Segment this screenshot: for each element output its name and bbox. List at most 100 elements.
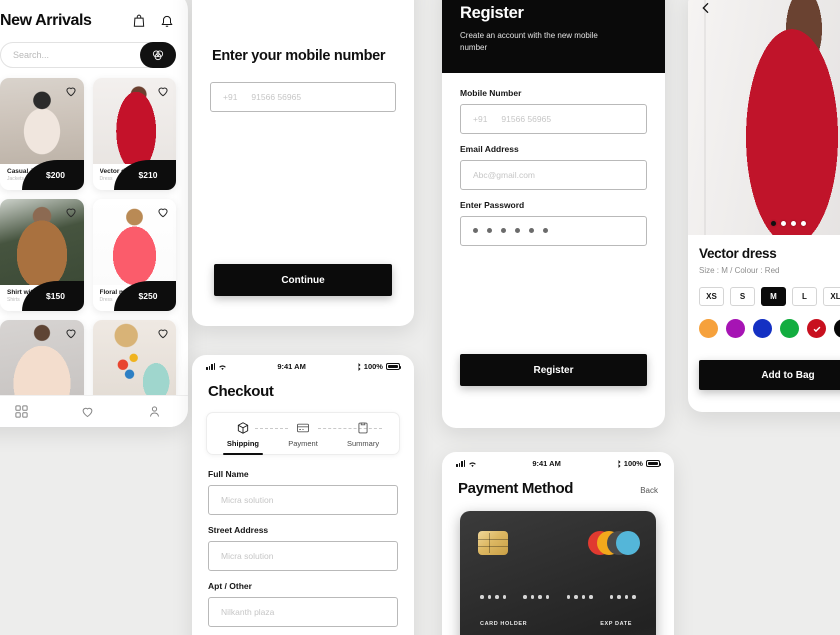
step-payment[interactable]: Payment xyxy=(273,421,333,448)
color-swatch-orange[interactable] xyxy=(699,319,718,338)
color-swatch-blue[interactable] xyxy=(753,319,772,338)
status-bar: 9:41 AM 100% xyxy=(192,355,414,373)
filter-icon[interactable] xyxy=(140,42,176,68)
back-button[interactable]: Back xyxy=(640,486,658,495)
add-to-bag-button[interactable]: Add to Bag xyxy=(699,360,840,390)
step-label: Summary xyxy=(346,439,380,448)
country-code: +91 xyxy=(473,113,488,124)
heart-icon[interactable] xyxy=(64,326,78,340)
product-meta: Size : M / Colour : Red xyxy=(699,266,780,275)
clipboard-icon xyxy=(356,421,370,435)
heart-icon[interactable] xyxy=(64,84,78,98)
shopping-bag-icon[interactable] xyxy=(132,13,146,29)
step-shipping[interactable]: Shipping xyxy=(213,421,273,455)
product-card[interactable]: Vector dress Dress $210 xyxy=(92,78,176,190)
credit-card[interactable]: CARD HOLDER EXP DATE / xyxy=(460,511,656,635)
step-label: Shipping xyxy=(226,439,259,448)
product-detail-screen: Vector dress Size : M / Colour : Red XS … xyxy=(688,0,840,412)
card-icon xyxy=(296,421,310,435)
bluetooth-icon xyxy=(618,459,621,468)
signal-icon xyxy=(456,460,466,467)
heart-icon[interactable] xyxy=(156,84,170,98)
size-option-xl[interactable]: XL xyxy=(823,287,840,306)
step-summary[interactable]: Summary xyxy=(333,421,393,448)
status-time: 9:41 AM xyxy=(532,459,561,468)
heart-icon[interactable] xyxy=(64,205,78,219)
bluetooth-icon xyxy=(358,362,361,371)
mobile-placeholder: 91566 56965 xyxy=(251,92,302,102)
size-option-l[interactable]: L xyxy=(792,287,817,306)
mobile-label: Mobile Number xyxy=(460,87,522,98)
box-icon xyxy=(236,421,250,435)
register-mobile-input[interactable]: +91 91566 56965 xyxy=(460,103,647,134)
page-title: Checkout xyxy=(208,383,274,400)
card-number xyxy=(480,595,636,599)
color-selector xyxy=(699,319,840,338)
payment-header: Payment Method Back xyxy=(442,470,674,497)
street-address-label: Street Address xyxy=(208,525,269,535)
register-email-input[interactable]: Abc@gmail.com xyxy=(460,159,647,190)
full-name-input[interactable]: Micra solution xyxy=(208,485,398,515)
grid-icon[interactable] xyxy=(14,404,29,419)
wifi-icon xyxy=(469,461,477,467)
card-chip-icon xyxy=(478,531,508,555)
color-swatch-red[interactable] xyxy=(807,319,826,338)
password-dots xyxy=(473,228,548,234)
exp-date-label: EXP DATE xyxy=(600,621,632,627)
status-time: 9:41 AM xyxy=(277,362,306,371)
street-address-input[interactable]: Micra solution xyxy=(208,541,398,571)
heart-icon[interactable] xyxy=(156,205,170,219)
size-option-xs[interactable]: XS xyxy=(699,287,724,306)
size-selector: XS S M L XL xyxy=(699,287,840,306)
heart-icon[interactable] xyxy=(156,326,170,340)
mobile-placeholder: 91566 56965 xyxy=(501,113,552,124)
mobile-number-input[interactable]: +91 91566 56965 xyxy=(210,82,396,112)
page-title: Payment Method xyxy=(458,480,574,497)
product-card[interactable]: Casual Jackets Jackets $200 xyxy=(0,78,84,190)
new-arrivals-header: New Arrivals xyxy=(0,0,188,38)
register-subtitle: Create an account with the new mobile nu… xyxy=(460,31,598,53)
product-card[interactable]: Floral mini dress Dress $250 xyxy=(92,199,176,311)
chevron-left-icon[interactable] xyxy=(698,0,714,16)
product-grid: Casual Jackets Jackets $200 Vector dress… xyxy=(0,78,188,427)
register-hero: Register Create an account with the new … xyxy=(442,0,665,73)
battery-icon xyxy=(645,460,662,467)
continue-button[interactable]: Continue xyxy=(214,264,392,296)
checkout-stepper: Shipping Payment Summary xyxy=(206,412,400,455)
screenshot-canvas: New Arrivals Search... Casual Jackets $2… xyxy=(0,0,840,635)
wifi-icon xyxy=(219,364,227,370)
battery-percent: 100% xyxy=(363,362,383,371)
mobile-number-screen: Enter your mobile number +91 91566 56965… xyxy=(192,0,414,326)
size-option-s[interactable]: S xyxy=(730,287,755,306)
register-button[interactable]: Register xyxy=(460,354,647,386)
search-row: Search... xyxy=(0,42,176,68)
product-info: Vector dress Size : M / Colour : Red XS … xyxy=(688,235,840,338)
apt-other-input[interactable]: Nilkanth plaza xyxy=(208,597,398,627)
product-hero-image xyxy=(688,0,840,235)
product-card[interactable]: Shirt with pocket Shirts $150 xyxy=(0,199,84,311)
password-label: Enter Password xyxy=(460,199,525,210)
register-password-input[interactable] xyxy=(460,215,647,246)
color-swatch-black[interactable] xyxy=(834,319,840,338)
page-title: New Arrivals xyxy=(0,12,92,29)
heart-icon[interactable] xyxy=(80,404,95,419)
bottom-navigation xyxy=(0,395,188,427)
profile-icon[interactable] xyxy=(147,404,162,419)
payment-method-screen: 9:41 AM 100% Payment Method Back CARD HO xyxy=(442,452,674,635)
status-bar: 9:41 AM 100% xyxy=(442,452,674,470)
register-screen: Register Create an account with the new … xyxy=(442,0,665,428)
shipping-form: Full Name Micra solution Street Address … xyxy=(192,455,414,627)
register-title: Register xyxy=(460,4,524,22)
step-label: Payment xyxy=(288,439,318,448)
apt-other-label: Apt / Other xyxy=(208,581,252,591)
size-option-m[interactable]: M xyxy=(761,287,786,306)
battery-icon xyxy=(385,363,402,370)
email-label: Email Address xyxy=(460,143,519,154)
color-swatch-purple[interactable] xyxy=(726,319,745,338)
carousel-dots[interactable] xyxy=(688,221,840,226)
new-arrivals-screen: New Arrivals Search... Casual Jackets $2… xyxy=(0,0,188,427)
notification-bell-icon[interactable] xyxy=(160,13,174,29)
color-swatch-green[interactable] xyxy=(780,319,799,338)
mobile-title: Enter your mobile number xyxy=(212,48,386,64)
mastercard-logo-icon xyxy=(588,531,640,555)
